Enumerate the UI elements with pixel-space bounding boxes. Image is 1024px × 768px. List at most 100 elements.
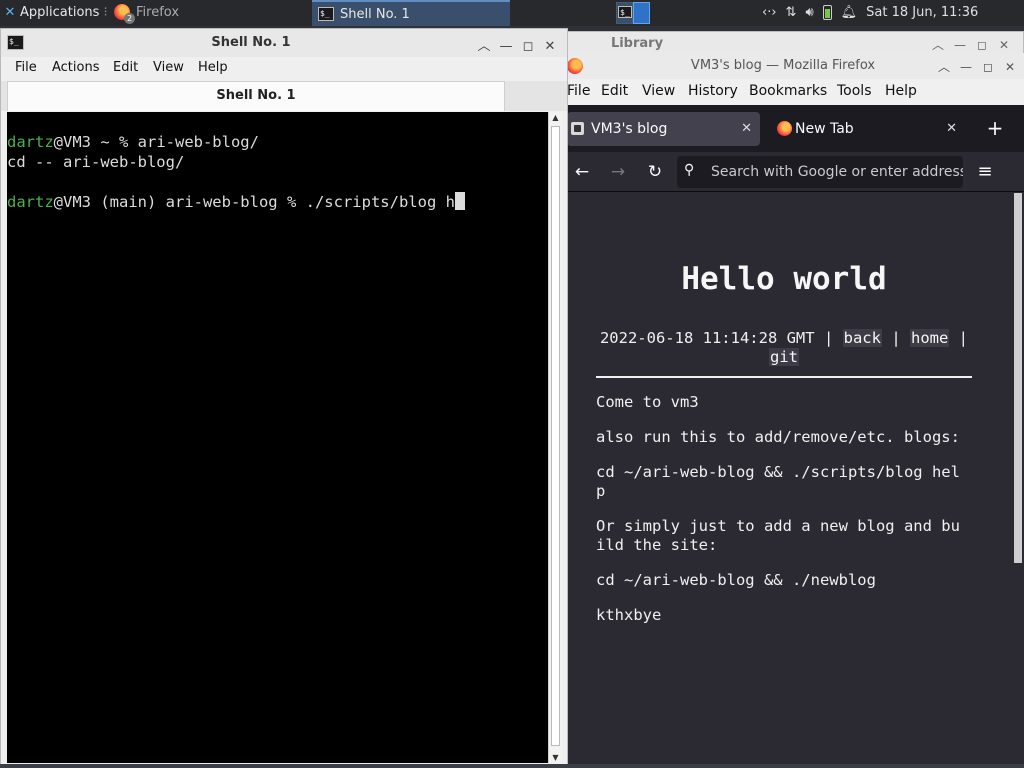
menu-edit[interactable]: Edit [113,60,138,75]
post-paragraph: Come to vm3 [596,393,699,411]
firefox-icon [567,58,583,74]
menu-history[interactable]: History [688,83,738,99]
applications-label: Applications [20,5,100,20]
firefox-tabbar: VM3's blog ✕ New Tab ✕ + [563,105,1024,152]
menu-separator-icon: ⁝ [99,5,108,20]
scroll-down-icon[interactable]: ▼ [549,753,562,762]
page-favicon-icon [571,122,584,135]
clock[interactable]: Sat 18 Jun, 11:36 [866,0,978,26]
menu-file[interactable]: File [567,83,590,99]
menu-view[interactable]: View [153,60,184,75]
terminal-scrollbar[interactable]: ▲ ▼ [548,112,562,763]
tab-label: VM3's blog [591,121,668,137]
menu-help[interactable]: Help [885,83,917,99]
taskbar-firefox-label: Firefox [136,5,180,20]
restore-icon[interactable]: ◻ [971,38,993,52]
post-paragraph: Or simply just to add a new blog and bu … [596,517,960,554]
terminal-window-buttons: ︿ — ◻ ✕ [473,35,561,54]
terminal-tabbar: Shell No. 1 [1,81,567,111]
scrollbar-thumb[interactable] [551,126,560,746]
shade-icon[interactable]: ︿ [933,58,955,75]
maximize-icon[interactable]: — [949,38,971,52]
reload-button[interactable]: ↻ [641,158,669,186]
terminal-line: cd -- ari-web-blog/ [7,152,548,172]
maximize-icon[interactable]: ◻ [977,60,999,74]
notification-bell-icon[interactable]: 🔔︎ [841,0,858,26]
top-panel: ✕ Applications ⁝ 2 Firefox $_ Shell No. 1 $… [0,0,1024,26]
close-tab-icon[interactable]: ✕ [946,112,957,146]
terminal-menubar: File Actions Edit View Help [1,57,567,81]
forward-button[interactable]: → [604,158,632,186]
url-bar[interactable]: ⚲ [677,156,963,188]
minimize-icon[interactable]: ︿ [927,36,949,53]
firefox-menubar: File Edit View History Bookmarks Tools H… [563,79,1024,105]
firefox-window: VM3's blog — Mozilla Firefox ︿ — ◻ ✕ File E… [562,53,1024,764]
tab-new-tab[interactable]: New Tab ✕ [769,112,965,146]
firefox-navbar: ← → ↻ ⚲ ≡ [563,152,1024,192]
menu-actions[interactable]: Actions [52,60,100,75]
post-paragraph: also run this to add/remove/etc. blogs: [596,428,960,446]
close-icon[interactable]: ✕ [993,38,1015,52]
app-menu-button[interactable]: ≡ [971,158,999,186]
firefox-icon: 2 [114,3,135,24]
menu-view[interactable]: View [642,83,675,99]
meta-separator: | [823,329,834,347]
close-icon[interactable]: ✕ [539,39,561,54]
divider [596,376,972,378]
network-arrows-icon[interactable]: ‹·› [762,0,777,26]
workspace-1[interactable]: $_ [616,2,633,24]
workspace-switcher: $_ [616,0,652,26]
battery-icon[interactable] [822,0,832,26]
network-transfer-icon[interactable]: ⇅ [786,0,797,26]
plus-icon: + [986,116,1004,140]
firefox-scrollbar[interactable] [1014,193,1022,563]
git-link[interactable]: git [769,348,799,366]
firefox-titlebar: VM3's blog — Mozilla Firefox ︿ — ◻ ✕ [563,53,1024,79]
page-content: Hello world 2022-06-18 11:14:28 GMT | ba… [563,193,1021,764]
post-date: 2022-06-18 11:14:28 GMT [599,329,815,347]
post-body: Come to vm3 also run this to add/remove/… [596,393,976,641]
tab-shell-1[interactable]: Shell No. 1 [7,81,505,111]
menu-edit[interactable]: Edit [601,83,628,99]
back-link[interactable]: back [842,329,882,347]
meta-separator: | [891,329,901,347]
system-tray: ‹·› ⇅ 🔊︎ 🔔︎ Sat 18 Jun, 11:36 [762,0,1024,26]
hamburger-icon: ≡ [977,161,993,182]
close-tab-icon[interactable]: ✕ [741,112,752,146]
taskbar-shell-label: Shell No. 1 [340,7,410,22]
tab-vm3-blog[interactable]: VM3's blog ✕ [567,112,760,146]
new-tab-button[interactable]: + [977,111,1013,145]
shade-icon[interactable]: ︿ [473,35,495,54]
maximize-icon[interactable]: ◻ [517,39,539,54]
post-meta: 2022-06-18 11:14:28 GMT | back | home | … [596,329,972,367]
applications-menu[interactable]: ✕ Applications ⁝ [2,0,110,26]
workspace-2[interactable] [633,2,650,24]
terminal-line: dartz@VM3 (main) ari-web-blog % ./script… [7,192,548,212]
url-input[interactable] [711,156,963,188]
menu-bookmarks[interactable]: Bookmarks [749,83,827,99]
library-window-buttons: ︿ — ◻ ✕ [927,36,1015,53]
xfce-logo-icon: ✕ [4,5,16,20]
scroll-up-icon[interactable]: ▲ [549,113,562,122]
terminal-icon: $_ [7,35,24,50]
taskbar-shell[interactable]: $_ Shell No. 1 [312,0,510,26]
tab-label: New Tab [795,121,854,137]
line-text: @VM3 ~ % ari-web-blog/ [53,133,259,151]
minimize-icon[interactable]: — [955,60,977,74]
menu-help[interactable]: Help [198,60,228,75]
meta-separator: | [958,329,969,347]
back-button[interactable]: ← [568,158,596,186]
arrow-right-icon: → [610,162,626,182]
post-paragraph: kthxbye [596,606,662,624]
terminal-output[interactable]: dartz@VM3 ~ % ari-web-blog/cd -- ari-web… [7,112,548,763]
text-cursor [454,192,465,210]
close-icon[interactable]: ✕ [999,60,1021,74]
menu-tools[interactable]: Tools [837,83,872,99]
home-link[interactable]: home [910,329,950,347]
taskbar-firefox[interactable]: 2 Firefox [112,0,308,26]
terminal-window: $_ Shell No. 1 ︿ — ◻ ✕ File Actions Edit Vi… [0,28,568,766]
volume-icon[interactable]: 🔊︎ [805,0,813,26]
menu-file[interactable]: File [15,60,37,75]
minimize-icon[interactable]: — [495,39,517,54]
